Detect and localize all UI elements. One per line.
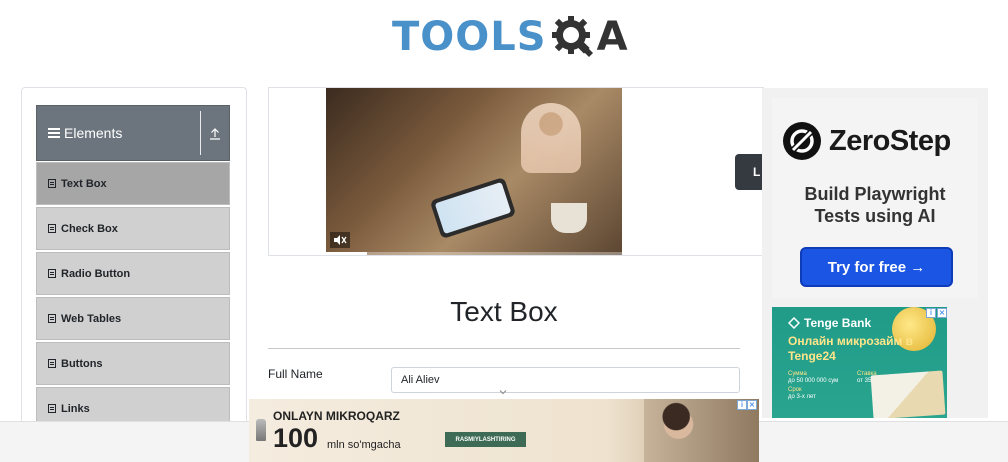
sidebar-item-label: Buttons [61,357,103,370]
tenge-term: Срок до 3-х лет [788,387,816,401]
document-icon [48,314,56,323]
bottom-ad-cta-button[interactable]: RASMIYLASHTIRING [445,432,526,447]
sidebar-item-label: Text Box [61,177,107,190]
elements-menu: Text Box Check Box Radio Button Web Tabl… [36,162,230,432]
bottom-ad-headline: ONLAYN MIKROQARZ [273,409,400,423]
tenge-term-key: Срок [788,387,802,393]
hamburger-icon [48,128,61,138]
video-scene-phone [429,176,517,240]
page-title: Text Box [450,296,558,327]
tenge-amount: Сумма до 50 000 000 сум [788,371,838,385]
tenge-bank-ad[interactable]: Tenge Bank Онлайн микрозайм в Tenge24 Су… [772,307,947,418]
tenge-amount-value: до 50 000 000 сум [788,378,839,384]
right-ad-column: ZeroStep Build Playwright Tests using AI… [762,88,988,418]
zerostep-logo-icon [783,122,821,160]
bottom-ad-unit: mln so'mgacha [327,439,401,451]
document-icon [48,179,56,188]
sidebar-item-label: Web Tables [61,312,122,325]
elements-group-label: Elements [64,125,123,141]
document-icon [48,269,56,278]
zerostep-tagline-line2: Tests using AI [814,206,936,226]
bottom-ad[interactable]: ONLAYN MIKROQARZ 100 mln so'mgacha RASMI… [249,399,759,462]
full-name-input[interactable] [391,367,740,393]
sidebar-item-text-box[interactable]: Text Box [36,162,230,205]
zerostep-tagline: Build Playwright Tests using AI [762,183,988,227]
tenge-bank-brand: Tenge Bank [788,316,871,330]
document-icon [48,224,56,233]
page: TOOLS A Elements Text Box Check Box Radi… [0,0,1008,462]
gear-magnifier-icon [551,16,593,57]
bottom-ad-amount: 100 [273,423,319,453]
video-scene-girl [521,103,581,173]
sidebar-item-label: Check Box [61,222,118,235]
sidebar-item-label: Radio Button [61,267,131,280]
full-name-label: Full Name [268,367,323,381]
bottom-ad-close-icon[interactable]: × [747,400,757,410]
title-divider [268,348,740,349]
top-banner: L [268,87,764,256]
video-scene-cup [551,203,587,233]
tenge-bank-name: Tenge Bank [804,316,872,330]
elements-group-title[interactable]: Elements [37,106,200,160]
logo-text-tools: TOOLS [392,14,547,60]
tenge-bank-logo-icon [788,317,800,329]
banknotes-graphic [870,370,946,418]
site-logo[interactable]: TOOLS A [392,12,628,62]
video-progress-fill [326,252,368,255]
tenge-headline: Онлайн микрозайм в Tenge24 [788,334,914,363]
upload-icon [210,127,220,140]
document-icon [48,404,56,413]
ad-close-icon[interactable]: × [937,308,947,318]
video-ad[interactable] [326,88,622,255]
document-icon [48,359,56,368]
video-progress-bar[interactable] [326,252,622,255]
left-panel: Elements Text Box Check Box Radio Button [21,87,247,447]
sidebar-item-check-box[interactable]: Check Box [36,207,230,250]
zerostep-name: ZeroStep [829,124,951,157]
zerostep-brand: ZeroStep [783,122,951,160]
tenge-amount-key: Сумма [788,371,807,377]
chevron-down-icon [499,390,507,395]
collapse-button[interactable] [201,106,229,160]
bottom-ad-info-icon[interactable]: i [737,400,747,410]
sidebar-item-buttons[interactable]: Buttons [36,342,230,385]
bottle-graphic [256,419,266,441]
banner-button[interactable]: L [735,154,763,190]
zerostep-tagline-line1: Build Playwright [804,184,946,204]
mute-icon[interactable] [330,232,350,248]
elements-group-header[interactable]: Elements [36,105,230,161]
ad-info-icon[interactable]: i [926,308,936,318]
sidebar-item-web-tables[interactable]: Web Tables [36,297,230,340]
tenge-term-value: до 3-х лет [788,394,816,400]
sidebar-item-label: Links [61,402,90,415]
try-for-free-button[interactable]: Try for free → [800,247,953,287]
logo-text-a: A [596,14,628,60]
sidebar-item-radio-button[interactable]: Radio Button [36,252,230,295]
